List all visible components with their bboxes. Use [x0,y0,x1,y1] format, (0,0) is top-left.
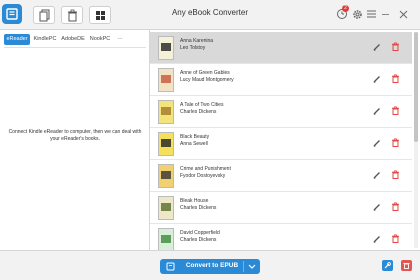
clear-all-button[interactable] [401,260,412,271]
history-badge: 2 [342,5,349,12]
tools-button[interactable] [382,260,393,271]
edit-icon[interactable] [373,43,381,51]
book-row[interactable]: A Tale of Two Cities Charles Dickens [150,96,412,128]
tab-adobede[interactable]: AdobeDE [60,34,86,45]
book-author: Lucy Maud Montgomery [180,77,234,83]
bottom-bar: Convert to EPUB [0,250,420,280]
book-title: Anna Karenina [180,38,214,44]
tab-more[interactable]: ··· [113,34,127,45]
cover-art [161,139,171,147]
book-cover [158,100,174,124]
cover-art [161,107,171,115]
book-author: Charles Dickens [180,237,217,243]
tab-kindlepc[interactable]: KindlePC [32,34,58,45]
book-row[interactable]: Anne of Green Gables Lucy Maud Montgomery [150,64,412,96]
add-files-button[interactable] [33,6,55,24]
cover-art [161,171,171,179]
device-panel: eReader KindlePC AdobeDE NookPC ··· Conn… [0,30,150,250]
edit-icon[interactable] [373,75,381,83]
add-files-icon [39,9,50,22]
delete-icon[interactable] [391,202,400,211]
book-cover [158,164,174,188]
delete-icon[interactable] [391,170,400,179]
delete-icon[interactable] [391,138,400,147]
trash-icon [403,263,410,269]
book-author: Charles Dickens [180,205,217,211]
book-title: Anne of Green Gables [180,70,230,76]
book-cover [158,228,174,252]
book-row[interactable]: Bleak House Charles Dickens [150,192,412,224]
delete-icon[interactable] [391,106,400,115]
book-author: Fyodor Dostoyevsky [180,173,226,179]
menu-icon[interactable] [367,10,376,18]
edit-icon[interactable] [373,139,381,147]
book-cover [158,68,174,92]
delete-icon[interactable] [391,42,400,51]
book-author: Anna Sewell [180,141,208,147]
delete-button[interactable] [61,6,83,24]
wrench-icon [384,262,391,269]
convert-button[interactable]: Convert to EPUB [160,259,260,274]
grid-view-button[interactable] [89,6,111,24]
edit-icon[interactable] [373,203,381,211]
connect-device-message: Connect Kindle eReader to computer, then… [8,129,142,142]
book-cover [158,196,174,220]
book-author: Leo Tolstoy [180,45,206,51]
book-title: A Tale of Two Cities [180,102,224,108]
cover-art [161,75,171,83]
book-title: Black Beauty [180,134,210,140]
close-icon[interactable] [399,10,408,19]
delete-icon[interactable] [391,234,400,243]
title-bar: Any eBook Converter 2 [0,0,420,30]
delete-icon[interactable] [391,74,400,83]
cover-art [161,203,171,211]
book-title: Crime and Punishment [180,166,231,172]
app-logo [2,4,22,24]
edit-icon[interactable] [373,235,381,243]
edit-icon[interactable] [373,171,381,179]
minimize-icon[interactable] [382,14,389,15]
book-icon [166,262,175,271]
tab-nookpc[interactable]: NookPC [88,34,112,45]
tab-ereader[interactable]: eReader [4,34,30,45]
tab-divider [4,47,146,48]
book-title: David Copperfield [180,230,220,236]
chevron-down-icon[interactable] [248,263,256,270]
book-row[interactable]: Anna Karenina Leo Tolstoy [150,32,412,64]
convert-label: Convert to EPUB [185,262,239,269]
scrollbar[interactable] [414,32,418,248]
grid-view-icon [96,11,105,20]
book-author: Charles Dickens [180,109,217,115]
book-row[interactable]: Black Beauty Anna Sewell [150,128,412,160]
book-logo-icon [6,8,18,20]
edit-icon[interactable] [373,107,381,115]
gear-icon[interactable] [352,9,363,20]
book-row[interactable]: Crime and Punishment Fyodor Dostoyevsky [150,160,412,192]
app-title: Any eBook Converter [171,8,249,17]
cover-art [161,43,171,51]
book-list: Anna Karenina Leo Tolstoy Anne of Green Ga… [150,30,420,256]
convert-divider [243,261,244,272]
cover-art [161,235,171,243]
book-title: Bleak House [180,198,209,204]
scrollbar-thumb[interactable] [414,32,418,142]
book-cover [158,132,174,156]
trash-icon [68,9,77,22]
book-cover [158,36,174,60]
